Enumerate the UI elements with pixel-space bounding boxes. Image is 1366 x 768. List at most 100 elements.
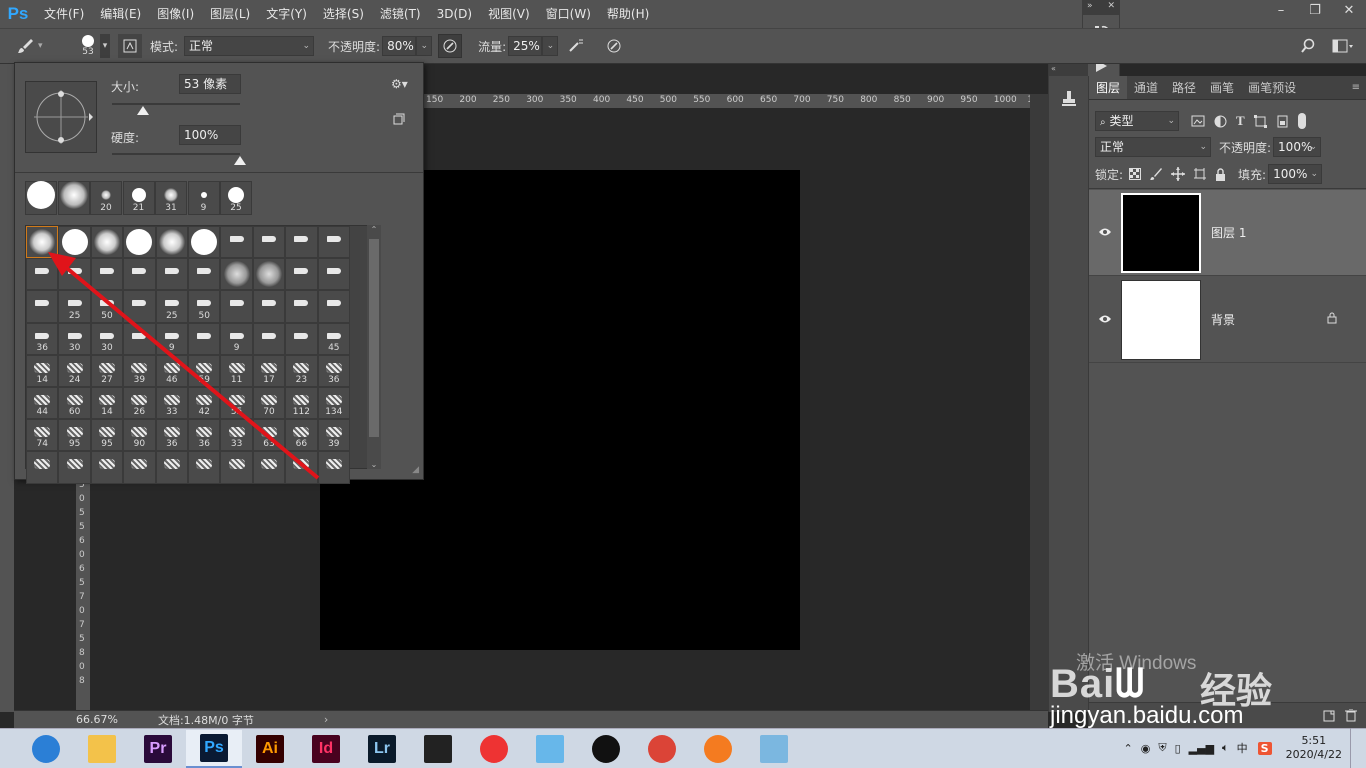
- mini-panel-header[interactable]: » ✕: [1083, 1, 1119, 15]
- brush-preset[interactable]: [58, 258, 91, 291]
- brush-preset[interactable]: 36: [317, 354, 350, 387]
- brush-preset[interactable]: 9: [220, 322, 253, 355]
- brush-preset[interactable]: [285, 226, 318, 259]
- brush-preset[interactable]: [317, 290, 350, 323]
- brush-preset[interactable]: 26: [123, 387, 156, 420]
- brush-preset[interactable]: 42: [188, 387, 221, 420]
- brush-preset[interactable]: 95: [90, 419, 124, 452]
- brush-preset[interactable]: [90, 258, 124, 291]
- network-icon[interactable]: ▂▄▆: [1189, 742, 1214, 755]
- menu-item-2[interactable]: 图像(I): [149, 0, 202, 28]
- brush-preset[interactable]: 45: [317, 322, 350, 355]
- taskbar-premiere[interactable]: Pr: [130, 730, 186, 768]
- brush-preset[interactable]: [123, 258, 156, 291]
- brush-preset[interactable]: 74: [26, 419, 59, 452]
- taskbar-qq[interactable]: [578, 730, 634, 768]
- brush-preset[interactable]: 95: [58, 419, 91, 452]
- scroll-thumb[interactable]: [369, 239, 379, 437]
- opacity-dropdown[interactable]: ⌄: [416, 36, 433, 56]
- layer-thumbnail[interactable]: [1121, 279, 1201, 360]
- brush-preset[interactable]: [188, 322, 221, 355]
- brush-preset-button[interactable]: 53: [76, 35, 100, 57]
- battery-icon[interactable]: ▯: [1175, 742, 1181, 755]
- brush-preset[interactable]: 55: [220, 387, 253, 420]
- brush-preset[interactable]: [58, 451, 91, 484]
- recent-brush[interactable]: 21: [122, 181, 155, 215]
- scroll-up-icon[interactable]: ⌃: [367, 225, 381, 234]
- brush-preset[interactable]: [252, 322, 286, 355]
- brush-preset[interactable]: 66: [285, 419, 318, 452]
- taskbar-orange-app[interactable]: [690, 730, 746, 768]
- menu-item-1[interactable]: 编辑(E): [92, 0, 149, 28]
- brush-preset[interactable]: 36: [26, 322, 59, 355]
- tab-3[interactable]: 画笔: [1203, 76, 1241, 99]
- filter-smart-object-icon[interactable]: [1276, 115, 1289, 128]
- menu-item-8[interactable]: 视图(V): [480, 0, 538, 28]
- brush-preset[interactable]: [317, 258, 350, 291]
- brush-preset[interactable]: [252, 451, 286, 484]
- tools-panel-strip[interactable]: [0, 64, 14, 712]
- filter-shape-icon[interactable]: [1253, 114, 1267, 128]
- size-input[interactable]: 53 像素: [179, 74, 241, 94]
- brush-preset[interactable]: 33: [155, 387, 188, 420]
- brush-preset[interactable]: 90: [123, 419, 156, 452]
- brush-preset[interactable]: [285, 290, 318, 323]
- brush-preset[interactable]: [188, 258, 221, 291]
- brush-preset[interactable]: [155, 258, 188, 291]
- minimize-icon[interactable]: –: [1264, 0, 1298, 22]
- lock-transparent-icon[interactable]: [1129, 168, 1142, 180]
- lock-pixels-icon[interactable]: [1149, 167, 1163, 181]
- brush-preset[interactable]: [317, 226, 350, 259]
- brush-preset[interactable]: 25: [155, 290, 188, 323]
- ime-indicator[interactable]: 中: [1237, 740, 1248, 756]
- brush-preset[interactable]: 30: [90, 322, 124, 355]
- brush-preset[interactable]: [90, 226, 124, 259]
- brush-preset[interactable]: 70: [252, 387, 286, 420]
- taskbar-photoshop[interactable]: Ps: [186, 729, 242, 768]
- tab-2[interactable]: 路径: [1165, 76, 1203, 99]
- brush-preset[interactable]: [123, 290, 156, 323]
- brush-preset[interactable]: [285, 451, 318, 484]
- brush-picker-chevron-icon[interactable]: ▾: [100, 34, 110, 58]
- hardness-slider-thumb[interactable]: [234, 156, 246, 165]
- size-slider[interactable]: [112, 103, 240, 105]
- recent-brush[interactable]: [57, 181, 90, 215]
- menu-item-0[interactable]: 文件(F): [36, 0, 92, 28]
- filter-type-icon[interactable]: T: [1236, 113, 1245, 129]
- opacity-input[interactable]: 80%: [382, 36, 417, 56]
- brush-preset[interactable]: 27: [90, 354, 124, 387]
- stamp-icon[interactable]: [1049, 88, 1088, 108]
- menu-item-7[interactable]: 3D(D): [429, 0, 480, 28]
- taskbar-chat-app[interactable]: [522, 730, 578, 768]
- flow-dropdown[interactable]: ⌄: [542, 36, 559, 56]
- clock[interactable]: 5:51 2020/4/22: [1286, 734, 1342, 762]
- brush-preset[interactable]: 14: [90, 387, 124, 420]
- brush-preset[interactable]: 39: [317, 419, 350, 452]
- brush-angle-preview[interactable]: [25, 81, 97, 153]
- brush-preset[interactable]: [188, 226, 221, 259]
- fill-input[interactable]: 100% ⌄: [1268, 164, 1323, 184]
- restore-icon[interactable]: ❐: [1298, 0, 1332, 22]
- filter-toggle-icon[interactable]: [1297, 113, 1306, 129]
- brush-preset[interactable]: [26, 290, 59, 323]
- layer-row[interactable]: 背景: [1089, 277, 1366, 363]
- brush-preset[interactable]: 11: [220, 354, 253, 387]
- scroll-down-icon[interactable]: ⌄: [367, 460, 381, 469]
- chevron-right-icon[interactable]: ›: [324, 713, 328, 726]
- brush-preset[interactable]: [285, 258, 318, 291]
- brush-preset[interactable]: [26, 451, 59, 484]
- filter-pixel-icon[interactable]: [1191, 115, 1205, 127]
- lock-icon[interactable]: [1327, 312, 1337, 327]
- volume-icon[interactable]: 🔈︎: [1222, 741, 1229, 755]
- taskbar-chrome[interactable]: [634, 730, 690, 768]
- lock-artboard-icon[interactable]: [1193, 167, 1207, 181]
- recent-brush[interactable]: 31: [155, 181, 187, 215]
- taskbar-lightroom[interactable]: Lr: [354, 730, 410, 768]
- brush-preset[interactable]: 60: [58, 387, 91, 420]
- brush-preset[interactable]: [220, 290, 253, 323]
- brush-preset[interactable]: 59: [188, 354, 221, 387]
- brush-preset[interactable]: 25: [58, 290, 91, 323]
- airbrush-icon[interactable]: [564, 34, 588, 58]
- pressure-opacity-icon[interactable]: [438, 34, 463, 58]
- menu-item-9[interactable]: 窗口(W): [538, 0, 599, 28]
